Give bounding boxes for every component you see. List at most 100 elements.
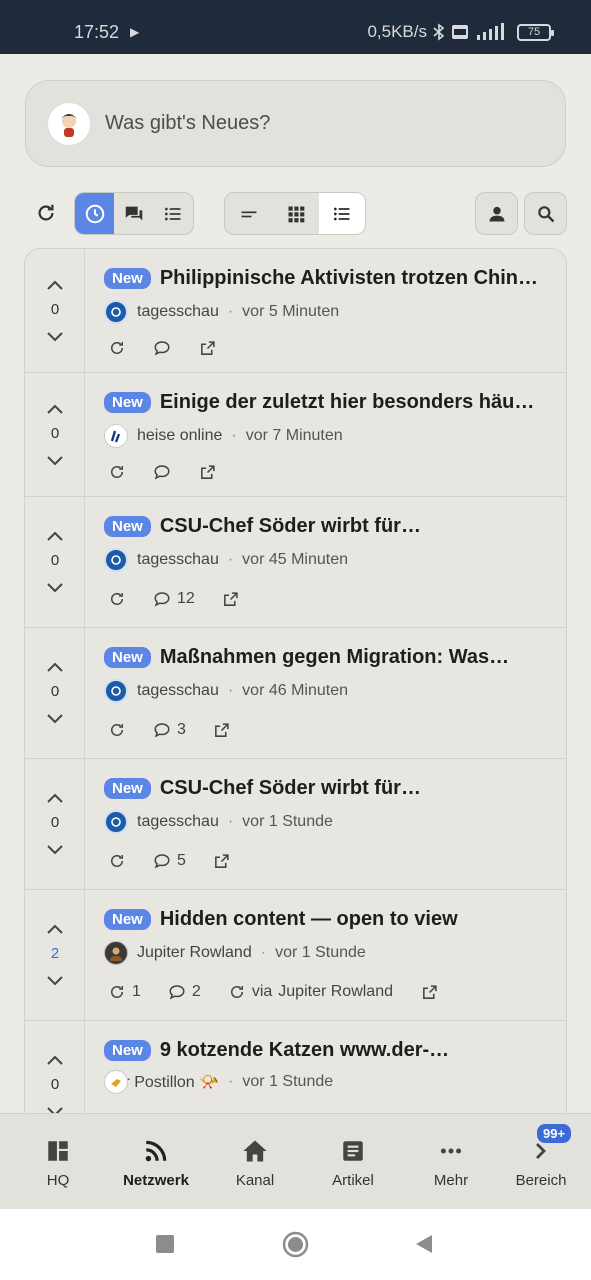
filter-list-button[interactable]: [154, 193, 193, 234]
post-source[interactable]: Jupiter Rowland: [137, 944, 252, 962]
downvote-icon[interactable]: [46, 975, 64, 987]
media-play-icon: ▶: [130, 25, 140, 39]
post-item[interactable]: 0 New Philippinische Aktivisten trotzen …: [25, 249, 566, 373]
comment-count: 5: [177, 852, 186, 869]
external-link-icon[interactable]: [198, 463, 216, 481]
reshare-icon[interactable]: [108, 463, 126, 481]
nav-label: Netzwerk: [123, 1172, 189, 1189]
post-title[interactable]: Einige der zuletzt hier besonders häu…: [160, 391, 535, 414]
external-link-icon[interactable]: [213, 721, 231, 739]
upvote-icon[interactable]: [46, 661, 64, 673]
post-item[interactable]: 0 New CSU-Chef Söder wirbt für… tagessch…: [25, 759, 566, 890]
upvote-icon[interactable]: [46, 530, 64, 542]
vote-column: 0: [25, 249, 85, 372]
search-button[interactable]: [524, 192, 567, 235]
post-title[interactable]: Hidden content — open to view: [160, 908, 458, 931]
back-triangle-icon[interactable]: [413, 1233, 435, 1255]
nav-hq[interactable]: HQ: [13, 1136, 103, 1189]
recent-apps-icon[interactable]: [154, 1233, 176, 1255]
filter-conversations-button[interactable]: [114, 193, 153, 234]
post-title[interactable]: Maßnahmen gegen Migration: Was…: [160, 646, 509, 669]
signal-icon: [477, 23, 504, 40]
post-item[interactable]: 0 New 9 kotzende Katzen www.der-… Der Po…: [25, 1021, 566, 1114]
external-link-icon[interactable]: [198, 339, 216, 357]
search-icon: [537, 205, 554, 222]
profile-button[interactable]: [475, 192, 518, 235]
system-navigation-bar: [0, 1209, 591, 1280]
vote-count: 0: [50, 683, 60, 700]
post-item[interactable]: 2 New Hidden content — open to view Jupi…: [25, 890, 566, 1021]
post-source[interactable]: tagesschau: [137, 551, 219, 569]
upvote-icon[interactable]: [46, 403, 64, 415]
home-icon: [243, 1140, 267, 1162]
via-author[interactable]: Jupiter Rowland: [278, 983, 393, 1001]
nav-netzwerk[interactable]: Netzwerk: [111, 1136, 201, 1189]
vote-column: 0: [25, 628, 85, 758]
downvote-icon[interactable]: [46, 455, 64, 467]
reshare-icon[interactable]: [108, 852, 126, 870]
filter-recent-button[interactable]: [75, 193, 115, 234]
post-time: vor 46 Minuten: [242, 682, 349, 699]
post-title[interactable]: CSU-Chef Söder wirbt für…: [160, 515, 421, 538]
comment-icon[interactable]: [153, 339, 171, 357]
reshare-icon[interactable]: [108, 983, 126, 1001]
feed-filter-group: [74, 192, 194, 235]
downvote-icon[interactable]: [46, 713, 64, 725]
post-item[interactable]: 0 New Maßnahmen gegen Migration: Was… ta…: [25, 628, 566, 759]
post-source[interactable]: tagesschau: [137, 813, 219, 831]
downvote-icon[interactable]: [46, 844, 64, 856]
feed-toolbar: [24, 192, 568, 236]
comment-icon[interactable]: [153, 721, 171, 739]
list-detail-icon: [334, 207, 350, 220]
via-label: via: [251, 983, 273, 1000]
upvote-icon[interactable]: [46, 923, 64, 935]
comment-icon[interactable]: [153, 852, 171, 870]
postillon-logo-icon: [104, 1070, 128, 1094]
new-badge: New: [104, 909, 151, 930]
post-item[interactable]: 0 New CSU-Chef Söder wirbt für… tagessch…: [25, 497, 566, 628]
vote-count: 0: [50, 1076, 60, 1093]
post-title[interactable]: CSU-Chef Söder wirbt für…: [160, 777, 421, 800]
vote-count: 0: [50, 552, 60, 569]
post-source[interactable]: tagesschau: [137, 303, 219, 321]
view-compact-button[interactable]: [225, 193, 272, 234]
downvote-icon[interactable]: [46, 582, 64, 594]
view-list-button[interactable]: [319, 193, 365, 234]
user-avatar[interactable]: [47, 101, 91, 146]
external-link-icon[interactable]: [222, 590, 240, 608]
external-link-icon[interactable]: [420, 983, 438, 1001]
post-source[interactable]: heise online: [137, 427, 222, 445]
nav-kanal[interactable]: Kanal: [210, 1136, 300, 1189]
article-icon: [343, 1141, 363, 1161]
nav-artikel[interactable]: Artikel: [308, 1136, 398, 1189]
separator-dot: ·: [231, 427, 237, 444]
home-circle-icon[interactable]: [282, 1231, 309, 1258]
comment-icon[interactable]: [168, 983, 186, 1001]
separator-dot: ·: [228, 1073, 234, 1090]
upvote-icon[interactable]: [46, 279, 64, 291]
nav-label: Artikel: [332, 1172, 374, 1189]
refresh-button[interactable]: [26, 192, 66, 234]
external-link-icon[interactable]: [213, 852, 231, 870]
upvote-icon[interactable]: [46, 792, 64, 804]
post-title[interactable]: 9 kotzende Katzen www.der-…: [160, 1039, 449, 1062]
post-source[interactable]: tagesschau: [137, 682, 219, 700]
view-grid-button[interactable]: [272, 193, 319, 234]
separator-dot: ·: [227, 682, 234, 699]
comment-icon[interactable]: [153, 463, 171, 481]
new-post-composer[interactable]: Was gibt's Neues?: [25, 80, 566, 167]
reshare-icon[interactable]: [108, 590, 126, 608]
downvote-icon[interactable]: [46, 331, 64, 343]
tagesschau-logo-icon: [104, 810, 128, 834]
post-item[interactable]: 0 New Einige der zuletzt hier besonders …: [25, 373, 566, 497]
comment-icon[interactable]: [153, 590, 171, 608]
post-title[interactable]: Philippinische Aktivisten trotzen Chin…: [160, 267, 538, 290]
post-time: vor 7 Minuten: [245, 427, 343, 444]
comment-count: 2: [191, 983, 201, 1000]
notification-badge: 99+: [535, 1122, 574, 1145]
upvote-icon[interactable]: [46, 1054, 64, 1066]
reshare-icon[interactable]: [108, 339, 126, 357]
nav-mehr[interactable]: Mehr: [406, 1136, 496, 1189]
reshare-icon[interactable]: [108, 721, 126, 739]
separator-dot: ·: [227, 813, 234, 830]
